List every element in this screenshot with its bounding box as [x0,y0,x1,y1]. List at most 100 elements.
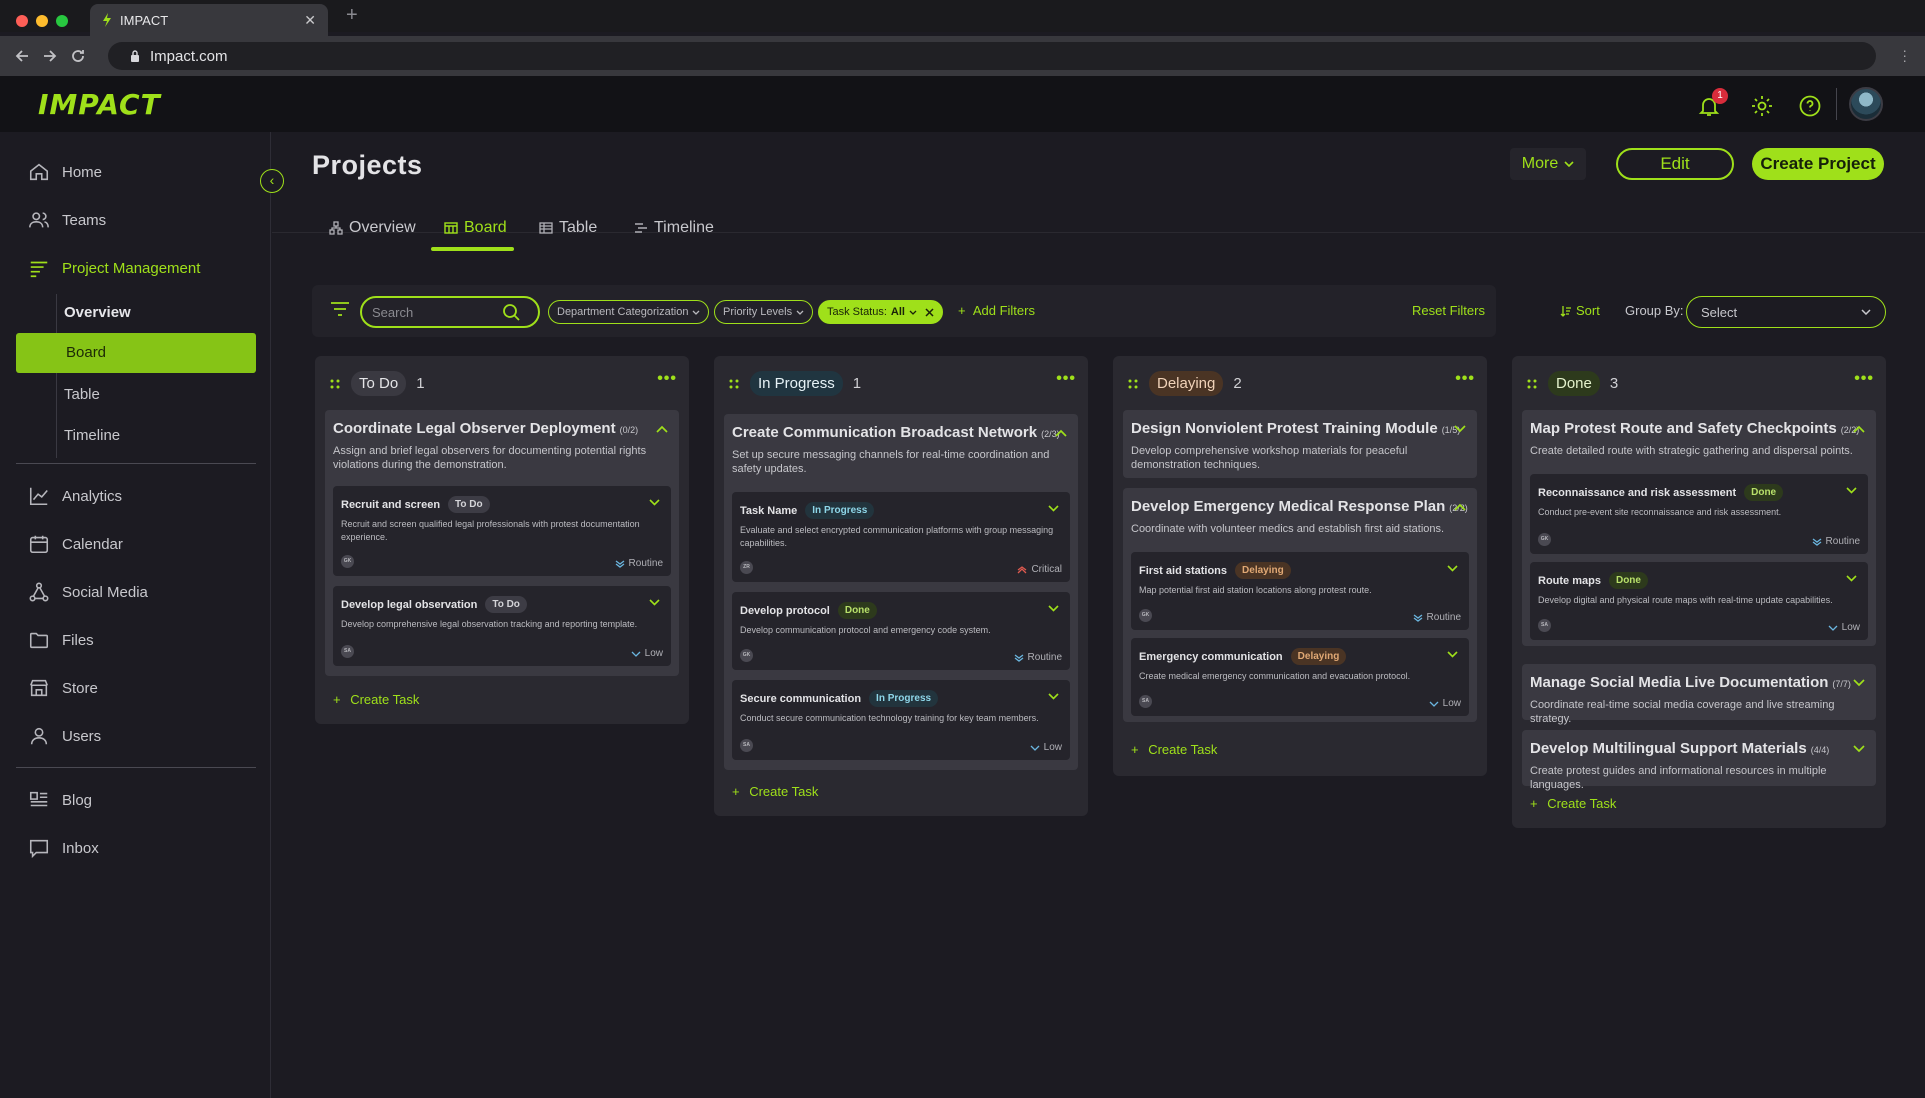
project-card[interactable]: Coordinate Legal Observer Deployment (0/2… [325,410,679,676]
clear-filter-icon[interactable] [925,307,934,317]
department-filter-chip[interactable]: Department Categorization [548,300,710,324]
chevron-up-icon[interactable] [1453,500,1467,514]
chevron-down-icon[interactable] [1852,676,1866,690]
sidebar-item-teams[interactable]: Teams [28,208,106,232]
column-menu-icon[interactable]: ••• [1455,370,1475,388]
task-card[interactable]: Emergency communication Delaying Create m… [1131,638,1469,716]
create-task-button[interactable]: + Create Task [732,784,818,799]
maximize-window-button[interactable] [56,15,68,27]
tab-timeline[interactable]: Timeline [634,219,714,237]
filter-icon[interactable] [330,300,350,318]
browser-tab[interactable]: IMPACT ✕ [90,4,328,36]
task-card[interactable]: Develop protocol Done Develop communicati… [732,592,1070,670]
project-card[interactable]: Develop Emergency Medical Response Plan(… [1123,488,1477,722]
sidebar-item-project-management[interactable]: Project Management [28,256,200,280]
column-menu-icon[interactable]: ••• [657,370,677,388]
avatar[interactable]: GK [740,649,753,662]
project-card[interactable]: Develop Multilingual Support Materials (4… [1522,730,1876,791]
chevron-down-icon[interactable] [1446,562,1459,575]
sort-button[interactable]: Sort [1560,303,1600,318]
sidebar-item-users[interactable]: Users [28,724,101,748]
chevron-down-icon[interactable] [1446,648,1459,661]
chevron-up-icon[interactable] [1852,422,1866,436]
search-input[interactable] [372,304,502,320]
close-tab-icon[interactable]: ✕ [304,12,316,29]
create-task-button[interactable]: + Create Task [1530,796,1616,811]
chevron-down-icon[interactable] [1453,422,1467,436]
task-card[interactable]: Develop legal observation To Do Develop c… [333,586,671,666]
avatar[interactable]: GK [1538,533,1551,546]
sidebar-subitem-board[interactable]: Board [16,333,256,373]
add-filters-button[interactable]: + Add Filters [958,303,1035,318]
edit-button[interactable]: Edit [1616,148,1734,180]
avatar[interactable]: SA [1139,695,1152,708]
minimize-window-button[interactable] [36,15,48,27]
chevron-down-icon[interactable] [1852,742,1866,756]
sidebar-subitem-table[interactable]: Table [64,386,100,403]
collapse-sidebar-button[interactable]: ‹ [260,169,284,193]
task-card[interactable]: Task Name In Progress Evaluate and select… [732,492,1070,582]
help-icon[interactable] [1798,94,1822,118]
drag-handle-icon[interactable] [1526,378,1538,390]
task-card[interactable]: Route maps Done Develop digital and physi… [1530,562,1868,640]
drag-handle-icon[interactable] [1127,378,1139,390]
column-menu-icon[interactable]: ••• [1056,370,1076,388]
sidebar-item-analytics[interactable]: Analytics [28,484,122,508]
chevron-down-icon[interactable] [648,596,661,609]
column-menu-icon[interactable]: ••• [1854,370,1874,388]
project-card[interactable]: Manage Social Media Live Documentation (7… [1522,664,1876,725]
sidebar-item-social-media[interactable]: Social Media [28,580,148,604]
search-input-wrapper[interactable] [360,296,540,328]
chevron-down-icon[interactable] [1047,502,1060,515]
sidebar-item-inbox[interactable]: Inbox [28,836,99,860]
back-icon[interactable] [14,48,30,64]
create-task-button[interactable]: + Create Task [1131,742,1217,757]
sidebar-item-calendar[interactable]: Calendar [28,532,123,556]
close-window-button[interactable] [16,15,28,27]
gear-icon[interactable] [1750,94,1774,118]
forward-icon[interactable] [42,48,58,64]
reload-icon[interactable] [70,48,86,64]
user-avatar[interactable] [1849,87,1883,121]
chevron-down-icon[interactable] [1845,484,1858,497]
sidebar-item-files[interactable]: Files [28,628,94,652]
task-card[interactable]: Secure communication In Progress Conduct … [732,680,1070,760]
sidebar-item-home[interactable]: Home [28,160,102,184]
avatar[interactable]: SA [1538,619,1551,632]
chevron-up-icon[interactable] [1054,426,1068,440]
chevron-up-icon[interactable] [655,422,669,436]
drag-handle-icon[interactable] [329,378,341,390]
task-card[interactable]: Recruit and screen To Do Recruit and scre… [333,486,671,576]
group-by-select[interactable]: Select [1686,296,1886,328]
tab-overview[interactable]: Overview [329,219,416,237]
sidebar-subitem-timeline[interactable]: Timeline [64,427,120,444]
new-tab-button[interactable]: + [346,4,358,27]
tab-table[interactable]: Table [539,219,597,237]
status-filter-chip[interactable]: Task Status: All [818,300,943,324]
reset-filters-button[interactable]: Reset Filters [1412,303,1485,318]
tab-board[interactable]: Board [444,219,507,237]
sidebar-item-blog[interactable]: Blog [28,788,92,812]
avatar[interactable]: GK [1139,609,1152,622]
browser-menu-icon[interactable]: · · · [1902,43,1907,67]
priority-filter-chip[interactable]: Priority Levels [714,300,814,324]
avatar[interactable]: SA [740,739,753,752]
address-bar[interactable]: Impact.com [108,42,1876,70]
impact-logo[interactable]: IMPACT [38,88,161,121]
task-card[interactable]: First aid stations Delaying Map potential… [1131,552,1469,630]
project-card[interactable]: Design Nonviolent Protest Training Modul… [1123,410,1477,478]
chevron-down-icon[interactable] [648,496,661,509]
create-project-button[interactable]: Create Project [1752,148,1884,180]
task-card[interactable]: Reconnaissance and risk assessment Done C… [1530,474,1868,554]
avatar[interactable]: SA [341,645,354,658]
chevron-down-icon[interactable] [1047,602,1060,615]
create-task-button[interactable]: + Create Task [333,692,419,707]
project-card[interactable]: Map Protest Route and Safety Checkpoints… [1522,410,1876,646]
chevron-down-icon[interactable] [1845,572,1858,585]
search-icon[interactable] [502,303,520,321]
chevron-down-icon[interactable] [1047,690,1060,703]
drag-handle-icon[interactable] [728,378,740,390]
more-button[interactable]: More [1510,148,1586,180]
avatar[interactable]: ZR [740,561,753,574]
sidebar-item-store[interactable]: Store [28,676,98,700]
